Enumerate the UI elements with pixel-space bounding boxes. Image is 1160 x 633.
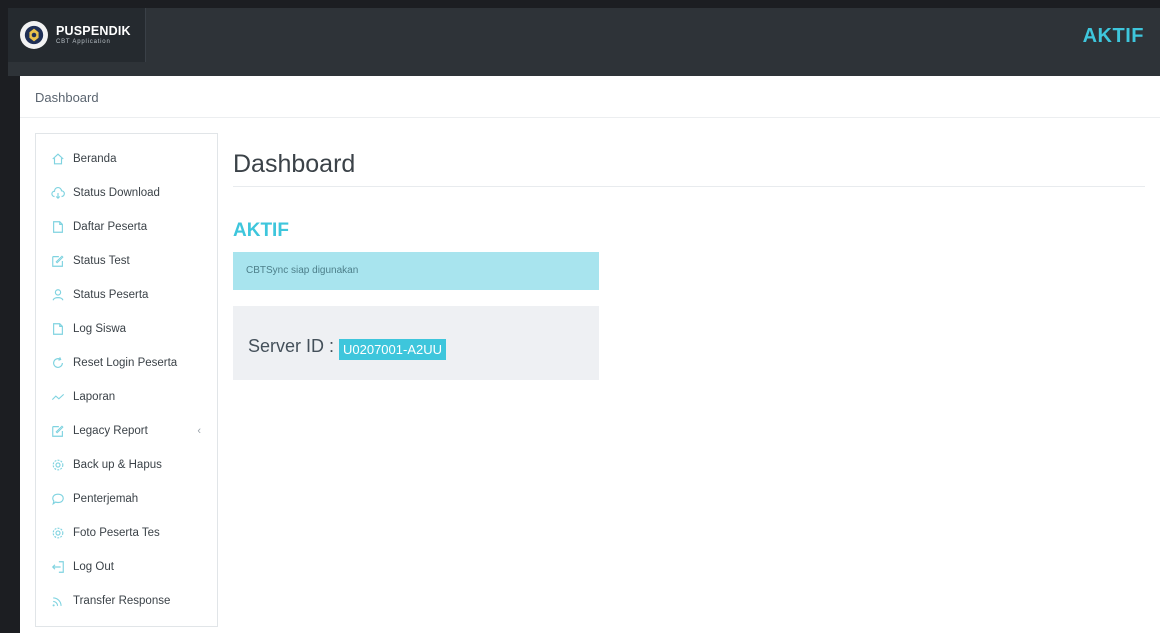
gear-icon xyxy=(51,458,65,472)
emblem-icon xyxy=(20,21,48,49)
sidebar-item-label: Back up & Hapus xyxy=(73,459,162,471)
logo-title: PUSPENDIK xyxy=(56,23,131,38)
sidebar-item-log-siswa[interactable]: Log Siswa xyxy=(36,312,217,346)
trend-line-icon xyxy=(51,390,65,404)
sidebar-item-label: Legacy Report xyxy=(73,425,148,437)
logout-icon xyxy=(51,560,65,574)
breadcrumb-bar: Dashboard xyxy=(20,76,1160,118)
sidebar-item-label: Foto Peserta Tes xyxy=(73,527,160,539)
wifi-icon xyxy=(51,594,65,608)
sidebar-item-transfer-response[interactable]: Transfer Response xyxy=(36,584,217,618)
title-divider xyxy=(233,186,1145,187)
server-id-badge: U0207001-A2UU xyxy=(339,339,447,360)
page-title: Dashboard xyxy=(233,150,356,178)
sidebar-item-label: Daftar Peserta xyxy=(73,221,148,233)
server-id-panel: Server ID : U0207001-A2UU xyxy=(233,306,599,380)
sidebar-item-label: Laporan xyxy=(73,391,116,403)
gear-icon xyxy=(51,526,65,540)
status-heading: AKTIF xyxy=(233,220,289,241)
refresh-icon xyxy=(51,356,65,370)
sidebar-item-back-up-hapus[interactable]: Back up & Hapus xyxy=(36,448,217,482)
breadcrumb[interactable]: Dashboard xyxy=(35,90,99,105)
sidebar-item-label: Status Peserta xyxy=(73,289,149,301)
document-icon xyxy=(51,322,65,336)
top-navbar: PUSPENDIK CBT Application AKTIF xyxy=(8,8,1160,76)
app-logo[interactable]: PUSPENDIK CBT Application xyxy=(8,8,146,62)
sidebar-item-label: Log Out xyxy=(73,561,114,573)
sidebar-item-label: Reset Login Peserta xyxy=(73,357,178,369)
sidebar-item-beranda[interactable]: Beranda xyxy=(36,142,217,176)
sidebar-item-label: Penterjemah xyxy=(73,493,139,505)
sidebar-item-status-peserta[interactable]: Status Peserta xyxy=(36,278,217,312)
sidebar-menu: Beranda Status Download Daftar Peserta S… xyxy=(35,133,218,627)
chat-icon xyxy=(51,492,65,506)
server-id-label: Server ID : xyxy=(248,336,335,356)
chevron-left-icon[interactable]: ‹ xyxy=(197,425,201,437)
home-icon xyxy=(51,152,65,166)
sidebar-item-legacy-report[interactable]: Legacy Report ‹ xyxy=(36,414,217,448)
sidebar-item-status-test[interactable]: Status Test xyxy=(36,244,217,278)
page-content: Dashboard Beranda Status Download Daftar… xyxy=(20,76,1160,633)
edit-icon xyxy=(51,254,65,268)
sidebar-item-label: Log Siswa xyxy=(73,323,127,335)
sidebar-item-label: Transfer Response xyxy=(73,595,171,607)
sidebar-item-daftar-peserta[interactable]: Daftar Peserta xyxy=(36,210,217,244)
sidebar-item-penterjemah[interactable]: Penterjemah xyxy=(36,482,217,516)
logo-subtitle: CBT Application xyxy=(56,39,111,46)
sidebar-item-status-download[interactable]: Status Download xyxy=(36,176,217,210)
alert-text: CBTSync siap digunakan xyxy=(246,265,359,276)
document-icon xyxy=(51,220,65,234)
cloud-download-icon xyxy=(51,186,65,200)
header-status-label: AKTIF xyxy=(1082,25,1144,47)
sidebar-item-label: Beranda xyxy=(73,153,117,165)
edit-icon xyxy=(51,424,65,438)
sidebar-item-label: Status Test xyxy=(73,255,130,267)
user-icon xyxy=(51,288,65,302)
sidebar-item-label: Status Download xyxy=(73,187,160,199)
sidebar-item-foto-peserta-tes[interactable]: Foto Peserta Tes xyxy=(36,516,217,550)
sidebar-item-reset-login-peserta[interactable]: Reset Login Peserta xyxy=(36,346,217,380)
status-alert: CBTSync siap digunakan xyxy=(233,252,599,290)
sidebar-item-log-out[interactable]: Log Out xyxy=(36,550,217,584)
sidebar-item-laporan[interactable]: Laporan xyxy=(36,380,217,414)
